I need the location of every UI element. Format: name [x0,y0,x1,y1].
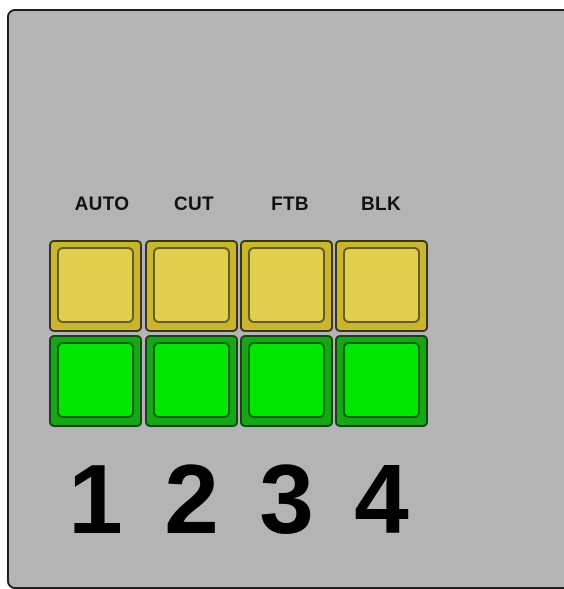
auto-button[interactable] [49,240,142,332]
input-4-button-face [343,342,420,418]
input-4-button[interactable] [335,335,428,427]
switcher-panel: AUTO CUT FTB BLK 1 2 3 4 [7,9,564,589]
label-auto: AUTO [74,194,130,215]
cut-button[interactable] [145,240,238,332]
label-cut: CUT [174,194,214,215]
input-2-button-face [153,342,230,418]
blk-button[interactable] [335,240,428,332]
blk-button-face [343,247,420,323]
input-3-button[interactable] [240,335,333,427]
input-2-button[interactable] [145,335,238,427]
auto-button-face [57,247,134,323]
cut-button-face [153,247,230,323]
ftb-button-face [248,247,325,323]
input-number-1: 1 [68,444,123,554]
input-1-button-face [57,342,134,418]
label-blk: BLK [361,194,401,215]
input-number-3: 3 [259,444,314,554]
label-ftb: FTB [271,194,309,215]
input-number-2: 2 [164,444,219,554]
input-1-button[interactable] [49,335,142,427]
input-3-button-face [248,342,325,418]
input-number-4: 4 [354,444,409,554]
ftb-button[interactable] [240,240,333,332]
